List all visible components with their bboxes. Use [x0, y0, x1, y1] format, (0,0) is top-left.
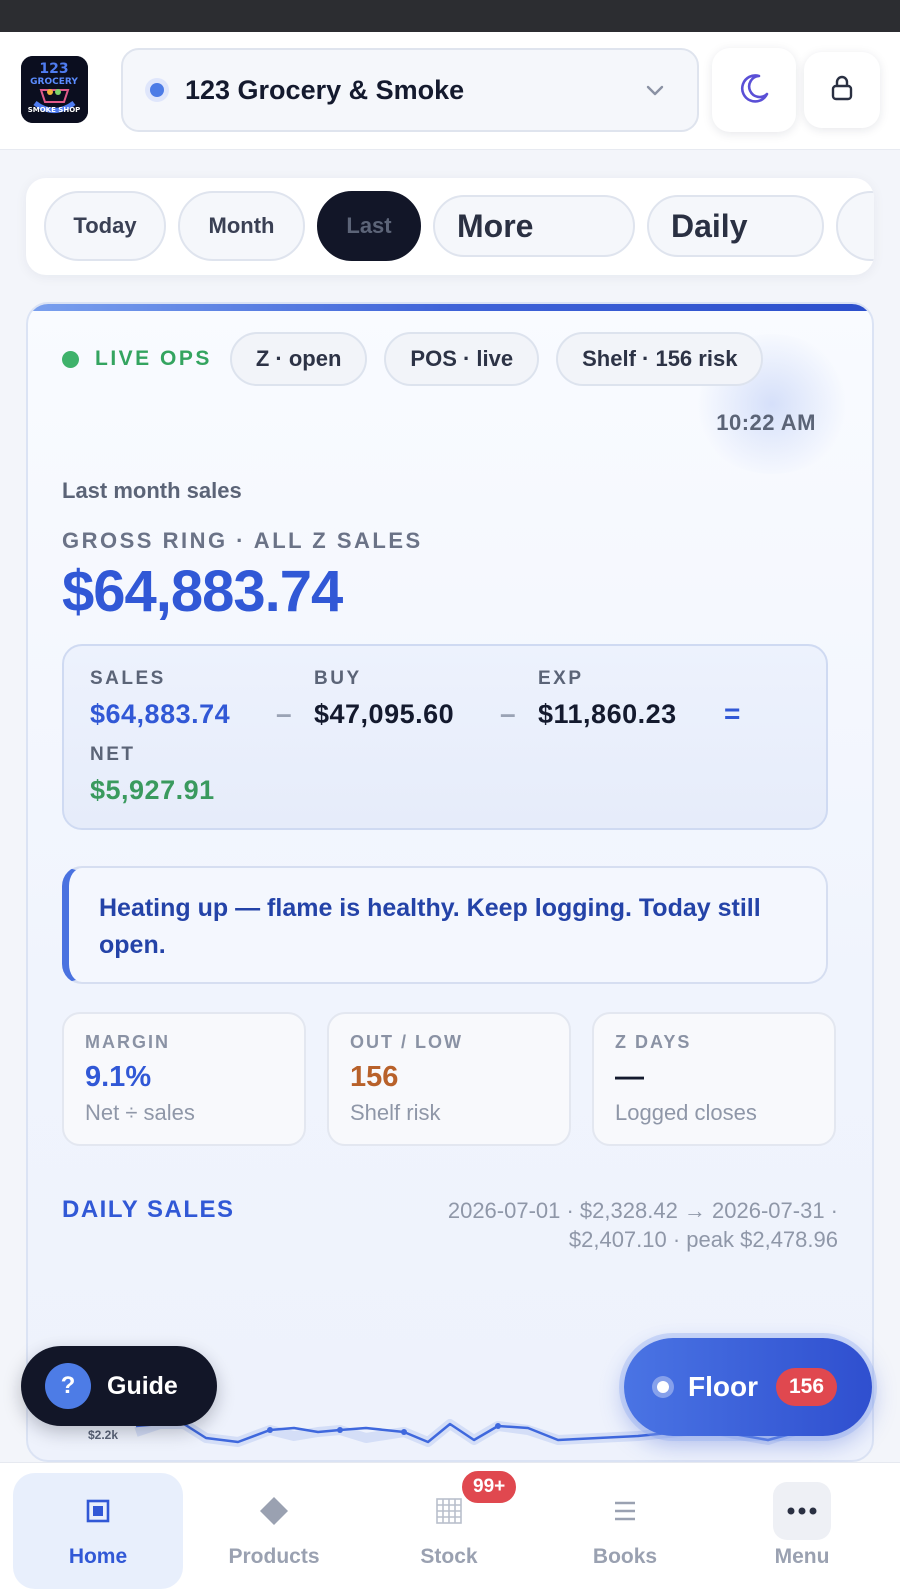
floor-button[interactable]: Floor 156: [624, 1338, 872, 1436]
status-message: Heating up — flame is healthy. Keep logg…: [62, 866, 828, 984]
guide-label: Guide: [107, 1371, 178, 1400]
nav-menu[interactable]: Menu: [717, 1473, 887, 1589]
shelf-risk-pill[interactable]: Shelf · 156 risk: [556, 332, 764, 386]
help-icon: ?: [45, 1363, 91, 1409]
gross-sales-value: $64,883.74: [62, 559, 343, 624]
chart-point: [267, 1427, 273, 1433]
home-icon: [84, 1483, 112, 1539]
tab-today[interactable]: Today: [44, 191, 166, 261]
eq-minus: –: [276, 698, 292, 729]
tab-last[interactable]: Last: [317, 191, 421, 261]
stat-z-days[interactable]: Z DAYS — Logged closes: [592, 1012, 836, 1146]
tab-overflow[interactable]: [836, 191, 874, 261]
app-header: 123 GROCERY SMOKE SHOP 123 Grocery & Smo…: [0, 32, 900, 150]
eq-net: NET $5,927.91: [90, 744, 215, 805]
chart-point: [495, 1423, 501, 1429]
svg-text:SMOKE SHOP: SMOKE SHOP: [28, 106, 81, 114]
floor-count-badge: 156: [776, 1368, 838, 1406]
store-logo[interactable]: 123 GROCERY SMOKE SHOP: [21, 56, 88, 123]
tab-more[interactable]: More: [433, 195, 635, 257]
live-ops-row: LIVE OPS Z · open POS · live Shelf · 156…: [62, 332, 780, 386]
metric-label: GROSS RING · ALL Z SALES: [62, 528, 423, 553]
chart-point: [401, 1429, 407, 1435]
nav-stock[interactable]: Stock 99+: [364, 1469, 534, 1589]
tab-daily[interactable]: Daily: [647, 195, 824, 257]
nav-products[interactable]: Products: [189, 1473, 359, 1589]
stat-margin[interactable]: MARGIN 9.1% Net ÷ sales: [62, 1012, 306, 1146]
nav-books[interactable]: Books: [540, 1473, 710, 1589]
pos-status-pill[interactable]: POS · live: [384, 332, 540, 386]
store-status-dot: [145, 78, 169, 102]
range-tabs: Today Month Last More Daily: [26, 178, 874, 275]
floor-dot-icon: [652, 1376, 674, 1398]
stock-count-badge: 99+: [460, 1469, 519, 1505]
grid-icon: [436, 1483, 462, 1539]
chart-axis-label: $2.2k: [88, 1428, 118, 1442]
stat-out-low[interactable]: OUT / LOW 156 Shelf risk: [327, 1012, 571, 1146]
net-equation: SALES $64,883.74 – BUY $47,095.60 – EXP …: [62, 644, 828, 830]
eq-minus: –: [500, 698, 516, 729]
floor-label: Floor: [688, 1371, 758, 1402]
bottom-nav: Home Products Stock 99+ Books Menu: [0, 1462, 900, 1593]
diamond-icon: [258, 1483, 290, 1539]
daily-sales-summary: 2026-07-01 · $2,328.42 → 2026-07-31 · $2…: [447, 1198, 838, 1252]
tab-month[interactable]: Month: [178, 191, 305, 261]
sales-card: LIVE OPS Z · open POS · live Shelf · 156…: [26, 302, 874, 1462]
live-dot-icon: [62, 350, 79, 368]
status-bar: [0, 0, 900, 32]
chart-point: [337, 1427, 343, 1433]
eq-sales: SALES $64,883.74: [90, 668, 231, 729]
daily-sales-title: DAILY SALES: [62, 1196, 235, 1223]
svg-text:GROCERY: GROCERY: [30, 77, 78, 87]
z-status-pill[interactable]: Z · open: [229, 332, 368, 386]
eq-exp: EXP $11,860.23: [538, 668, 677, 729]
nav-home[interactable]: Home: [13, 1473, 183, 1589]
dark-mode-button[interactable]: [712, 48, 796, 132]
eq-buy: BUY $47,095.60: [314, 668, 455, 729]
eq-equals: =: [724, 698, 741, 729]
guide-button[interactable]: ? Guide: [21, 1346, 217, 1426]
lock-button[interactable]: [804, 52, 880, 128]
moon-icon: [737, 71, 771, 110]
svg-text:123: 123: [39, 61, 68, 77]
more-icon: [773, 1482, 831, 1540]
current-time: 10:22 AM: [716, 410, 816, 435]
store-selector[interactable]: 123 Grocery & Smoke: [121, 48, 699, 132]
period-label: Last month sales: [62, 478, 242, 503]
live-ops-label: LIVE OPS: [95, 347, 212, 370]
lines-icon: [613, 1483, 637, 1539]
lock-icon: [827, 73, 857, 108]
chevron-down-icon: [643, 78, 667, 107]
store-name: 123 Grocery & Smoke: [185, 74, 465, 105]
